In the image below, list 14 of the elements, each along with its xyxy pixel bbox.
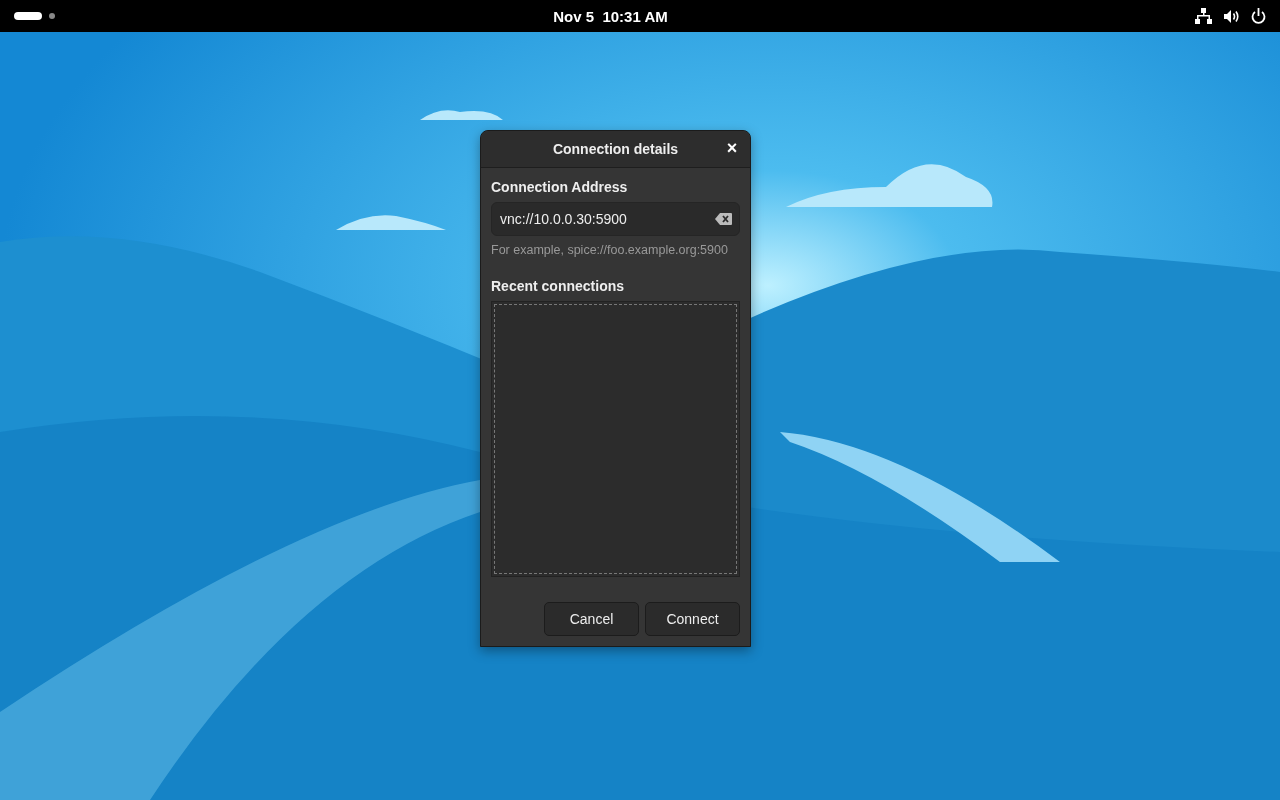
connect-button[interactable]: Connect — [645, 602, 740, 636]
power-icon[interactable] — [1251, 8, 1266, 24]
close-button[interactable]: × — [722, 138, 742, 158]
clear-icon[interactable] — [715, 213, 732, 225]
dialog-title: Connection details — [552, 141, 679, 157]
volume-icon[interactable] — [1223, 8, 1240, 24]
hint-text: For example, spice://foo.example.org:5900 — [491, 243, 729, 257]
address-label: Connection Address — [491, 179, 629, 195]
address-field[interactable]: vnc://10.0.0.30:5900 — [491, 202, 740, 236]
recent-label: Recent connections — [491, 278, 626, 294]
workspace-indicator[interactable] — [14, 12, 42, 20]
cancel-button[interactable]: Cancel — [544, 602, 639, 636]
network-icon[interactable] — [1195, 8, 1212, 24]
workspace-indicator[interactable] — [49, 13, 55, 19]
